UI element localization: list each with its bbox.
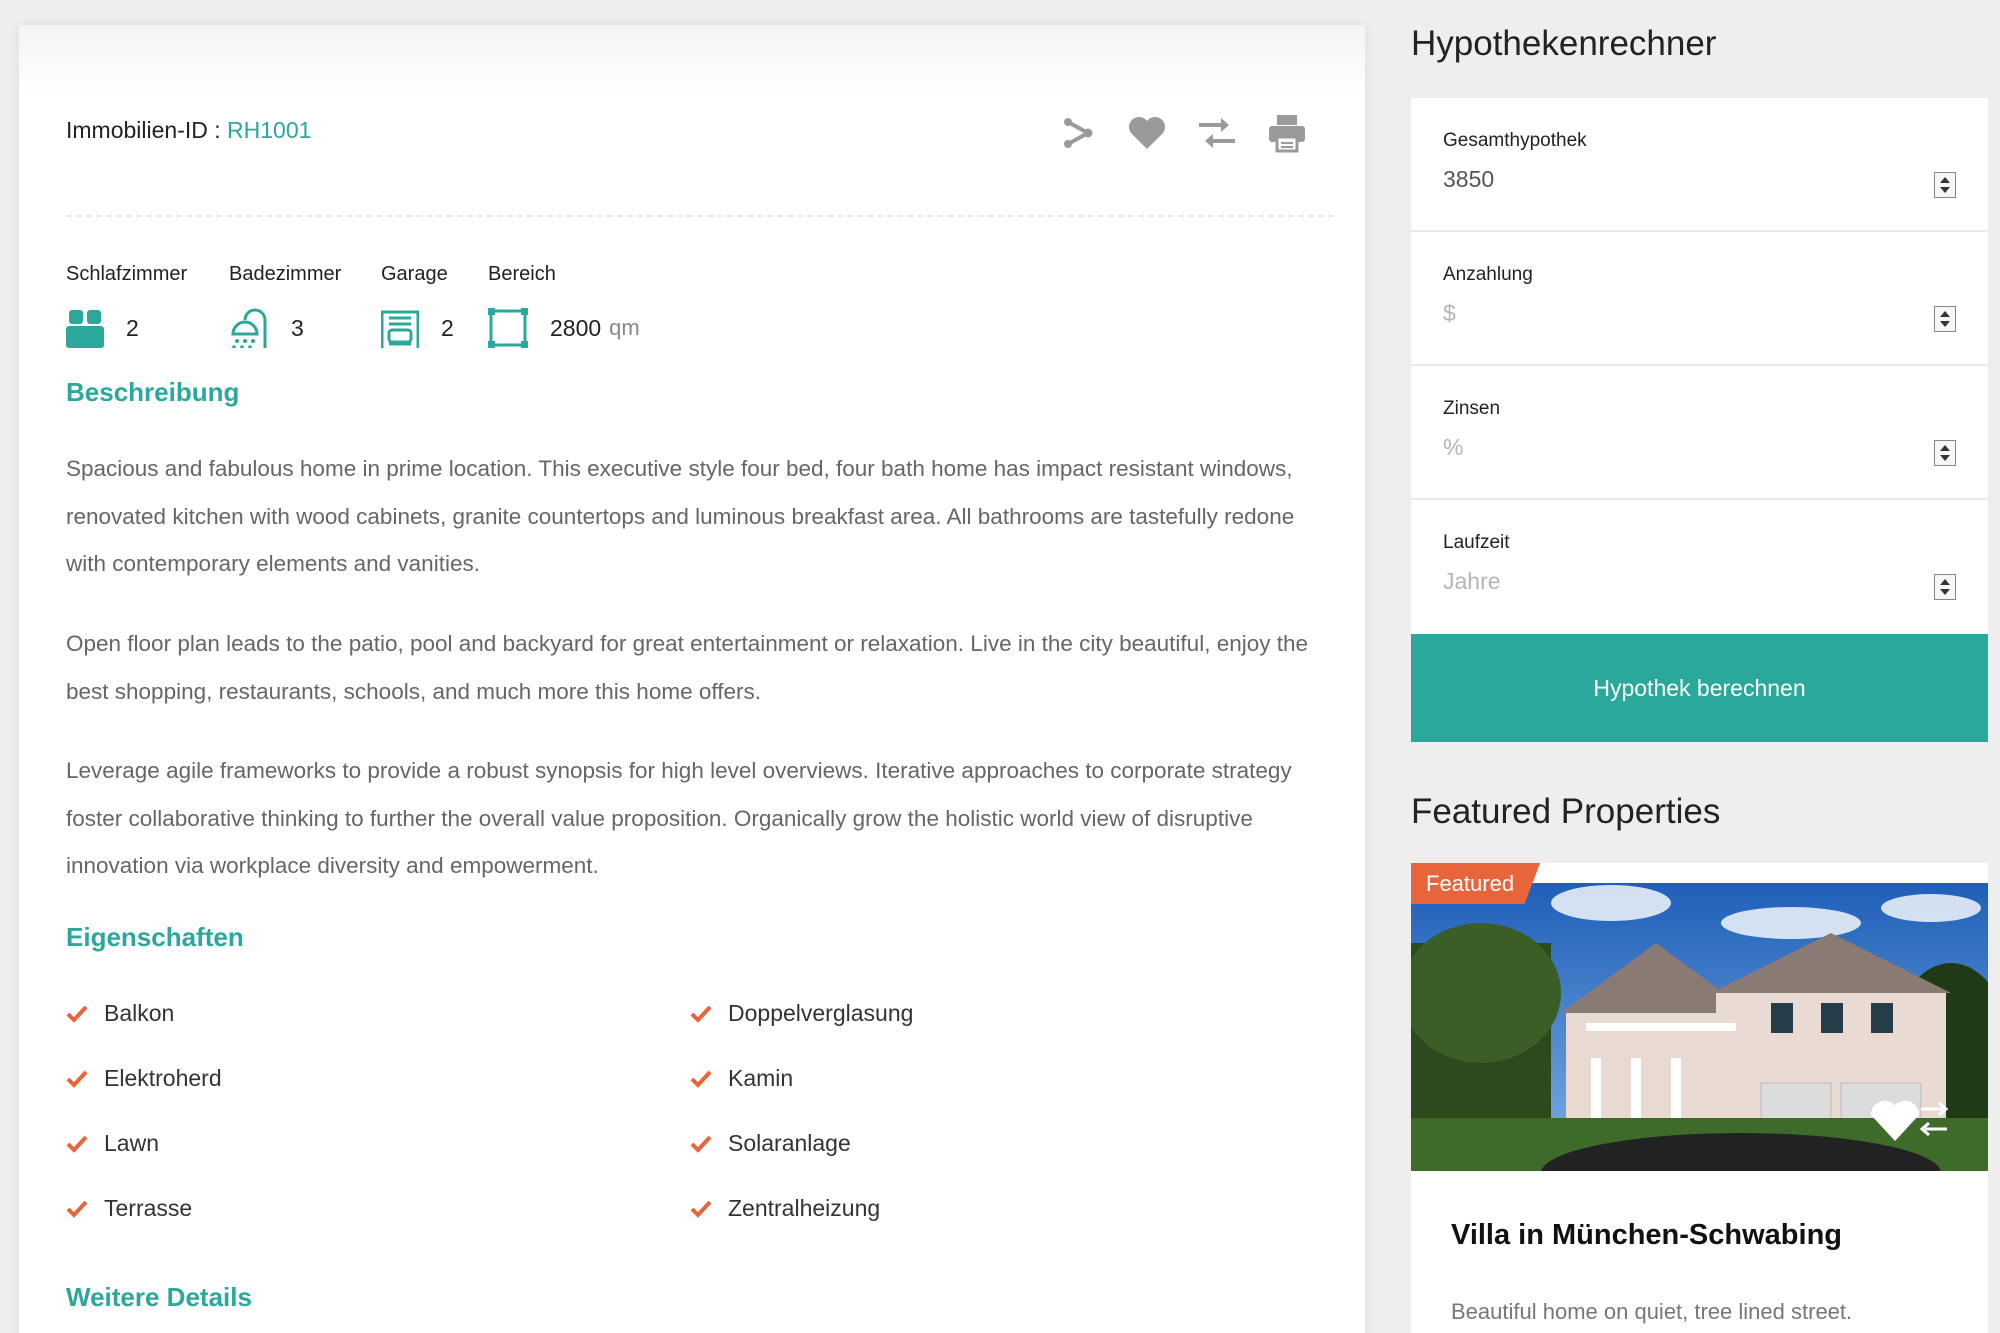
property-image[interactable] [1411, 883, 1988, 1171]
feature-item: Lawn [66, 1130, 159, 1157]
featured-property-desc: Beautiful home on quiet, tree lined stre… [1451, 1299, 1853, 1324]
check-icon [66, 1200, 88, 1218]
bed-icon [66, 308, 104, 348]
fact-bedrooms: Schlafzimmer 2 [66, 263, 188, 348]
shower-icon [229, 308, 269, 348]
description-paragraph: Leverage agile frameworks to provide a r… [66, 758, 1292, 878]
calculator-title: Hypothekenrechner [1411, 24, 1717, 63]
feature-item: Solaranlage [690, 1130, 851, 1157]
more-details-title: Weitere Details [66, 1282, 252, 1312]
fact-label: Schlafzimmer [66, 263, 188, 285]
feature-label: Elektroherd [104, 1065, 222, 1091]
fact-area: Bereich 2800 qm [488, 263, 640, 348]
share-icon[interactable] [1054, 110, 1100, 156]
feature-item: Balkon [66, 1000, 174, 1027]
mortgage-calculator: Gesamthypothek Anzahlung Zinsen Laufzeit [1411, 98, 1988, 634]
check-icon [690, 1135, 712, 1153]
field-label: Anzahlung [1443, 264, 1533, 285]
term-input[interactable] [1443, 568, 1923, 595]
area-icon [488, 308, 528, 348]
spinner-icon[interactable] [1934, 306, 1956, 332]
fact-value: 2800 [550, 314, 602, 341]
feature-label: Doppelverglasung [728, 1000, 914, 1026]
print-icon[interactable] [1264, 110, 1310, 156]
check-icon [690, 1005, 712, 1023]
property-actions [1054, 110, 1310, 156]
description-title: Beschreibung [66, 377, 240, 407]
featured-title: Featured Properties [1411, 792, 1721, 831]
fact-garage: Garage 2 [381, 263, 454, 348]
property-id: Immobilien-ID : RH1001 [66, 117, 311, 144]
feature-item: Zentralheizung [690, 1195, 880, 1222]
calculate-mortgage-button[interactable]: Hypothek berechnen [1411, 634, 1988, 742]
check-icon [66, 1005, 88, 1023]
fact-unit: qm [609, 315, 640, 340]
heart-icon[interactable] [1124, 110, 1170, 156]
fact-value: 2 [441, 314, 454, 341]
feature-label: Balkon [104, 1000, 175, 1026]
feature-item: Doppelverglasung [690, 1000, 913, 1027]
field-label: Laufzeit [1443, 532, 1510, 553]
feature-label: Solaranlage [728, 1130, 851, 1156]
field-label: Zinsen [1443, 398, 1501, 419]
fact-value: 2 [126, 314, 139, 341]
fact-value: 3 [291, 314, 304, 341]
interest-input[interactable] [1443, 434, 1923, 461]
check-icon [690, 1070, 712, 1088]
fact-bathrooms: Badezimmer 3 [229, 263, 342, 348]
feature-item: Kamin [690, 1065, 793, 1092]
fact-label: Garage [381, 263, 448, 285]
spinner-icon[interactable] [1934, 172, 1956, 198]
fact-label: Badezimmer [229, 263, 342, 285]
spinner-icon[interactable] [1934, 574, 1956, 600]
check-icon [66, 1135, 88, 1153]
feature-item: Terrasse [66, 1195, 192, 1222]
featured-property-card[interactable]: Featured Villa in München-Schwabing Beau… [1411, 863, 1988, 1333]
field-interest: Zinsen [1411, 366, 1988, 500]
down-payment-input[interactable] [1443, 300, 1923, 327]
property-id-label: Immobilien-ID : [66, 117, 221, 143]
check-icon [690, 1200, 712, 1218]
field-total-mortgage: Gesamthypothek [1411, 98, 1988, 232]
field-term: Laufzeit [1411, 500, 1988, 634]
total-mortgage-input[interactable] [1443, 166, 1923, 193]
feature-label: Terrasse [104, 1195, 193, 1221]
description-paragraph: Spacious and fabulous home in prime loca… [66, 456, 1295, 576]
field-down-payment: Anzahlung [1411, 232, 1988, 366]
divider [66, 215, 1334, 217]
fact-label: Bereich [488, 263, 556, 285]
check-icon [66, 1070, 88, 1088]
compare-icon[interactable] [1194, 110, 1240, 156]
features-title: Eigenschaften [66, 922, 244, 952]
property-id-value: RH1001 [227, 117, 312, 143]
spinner-icon[interactable] [1934, 440, 1956, 466]
card-top-shade [19, 25, 1365, 95]
property-details-card: Immobilien-ID : RH1001 Schlafzimmer 2 Ba… [19, 25, 1365, 1333]
feature-label: Kamin [728, 1065, 794, 1091]
description-paragraph: Open floor plan leads to the patio, pool… [66, 631, 1309, 704]
feature-item: Elektroherd [66, 1065, 222, 1092]
field-label: Gesamthypothek [1443, 130, 1587, 151]
feature-label: Zentralheizung [728, 1195, 881, 1221]
featured-badge: Featured [1411, 863, 1541, 904]
featured-property-title[interactable]: Villa in München-Schwabing [1451, 1219, 1842, 1252]
feature-label: Lawn [104, 1130, 159, 1156]
garage-icon [381, 308, 419, 348]
